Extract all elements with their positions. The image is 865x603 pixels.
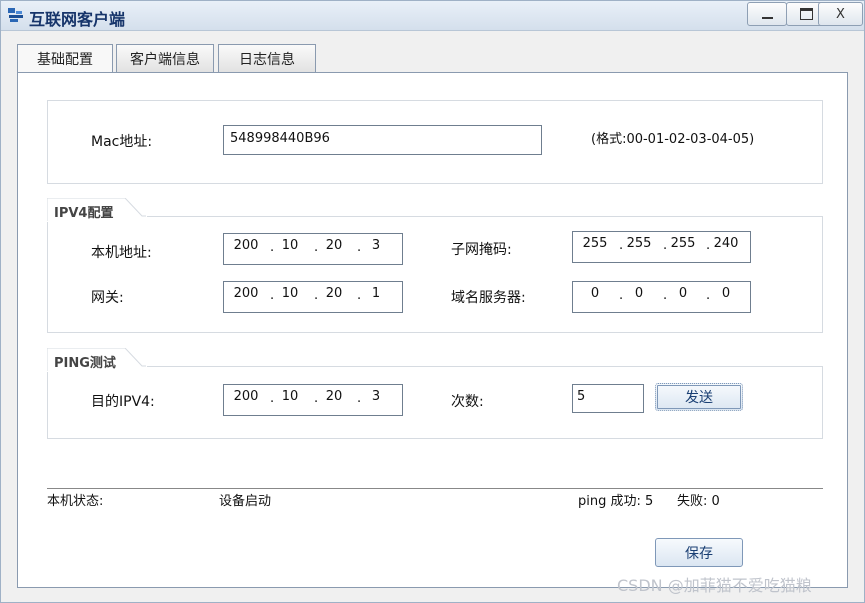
maximize-icon: [799, 8, 813, 20]
gateway-input[interactable]: 200 . 10 . 20 . 1: [223, 281, 403, 313]
local-ip-input[interactable]: 200 . 10 . 20 . 3: [223, 233, 403, 265]
ip-octet: 0: [590, 286, 600, 301]
mac-value: 548998440B96: [230, 131, 330, 146]
ip-octet: 1: [371, 286, 381, 301]
ip-octet: 200: [233, 389, 259, 404]
watermark: CSDN @加菲猫不爱吃猫粮: [617, 576, 812, 595]
ipv4-group-header: IPV4配置: [47, 198, 147, 222]
ping-count-label: 次数:: [451, 394, 484, 410]
tab-log-info[interactable]: 日志信息: [218, 44, 316, 72]
send-button[interactable]: 发送: [655, 383, 743, 411]
gateway-label: 网关:: [91, 290, 124, 306]
ip-octet: 10: [281, 389, 299, 404]
title-bar[interactable]: 互联网客户端 X: [1, 1, 864, 31]
ip-octet: 0: [678, 286, 688, 301]
ip-octet: 200: [233, 238, 259, 253]
minimize-button[interactable]: [747, 2, 787, 26]
ip-octet: 200: [233, 286, 259, 301]
minimize-icon: [761, 17, 773, 19]
ping-count-value: 5: [577, 389, 586, 404]
ip-octet: 20: [325, 286, 343, 301]
mac-input[interactable]: 548998440B96: [223, 125, 542, 155]
tab-panel: Mac地址: 548998440B96 (格式:00-01-02-03-04-0…: [17, 72, 848, 588]
tab-basic-config[interactable]: 基础配置: [17, 44, 113, 73]
dns-input[interactable]: 0 . 0 . 0 . 0: [572, 281, 751, 313]
local-ip-label: 本机地址:: [91, 245, 152, 261]
ip-octet: 240: [713, 236, 739, 251]
ip-octet: 255: [582, 236, 608, 251]
dns-label: 域名服务器:: [451, 290, 526, 306]
device-status-label: 本机状态:: [47, 494, 104, 509]
app-icon: [8, 8, 23, 22]
ping-count-input[interactable]: 5: [572, 384, 644, 413]
ipv4-group-title: IPV4配置: [54, 206, 114, 221]
ip-octet: 10: [281, 286, 299, 301]
ip-octet: 3: [371, 238, 381, 253]
ip-octet: 20: [325, 238, 343, 253]
status-divider: [47, 488, 823, 489]
app-window: 互联网客户端 X 基础配置 客户端信息 日志信息 Mac地址: 54899844…: [0, 0, 865, 603]
ip-octet: 20: [325, 389, 343, 404]
ip-octet: 0: [634, 286, 644, 301]
ip-octet: 0: [721, 286, 731, 301]
ip-octet: 255: [626, 236, 652, 251]
ping-fail-count: 失败: 0: [677, 494, 720, 509]
subnet-mask-label: 子网掩码:: [451, 242, 512, 258]
tab-client-info[interactable]: 客户端信息: [116, 44, 214, 72]
ping-group-header: PING测试: [47, 348, 147, 372]
window-title: 互联网客户端: [29, 10, 126, 29]
ip-octet: 10: [281, 238, 299, 253]
device-status-value: 设备启动: [219, 494, 272, 509]
close-icon: X: [836, 6, 845, 22]
ping-target-input[interactable]: 200 . 10 . 20 . 3: [223, 384, 403, 416]
ping-group-title: PING测试: [54, 356, 116, 371]
save-button[interactable]: 保存: [655, 538, 743, 567]
mac-label: Mac地址:: [91, 134, 153, 150]
ip-octet: 255: [670, 236, 696, 251]
subnet-mask-input[interactable]: 255 . 255 . 255 . 240: [572, 231, 751, 263]
mac-format-hint: (格式:00-01-02-03-04-05): [591, 132, 755, 147]
ping-success-count: ping 成功: 5: [578, 494, 654, 509]
ip-octet: 3: [371, 389, 381, 404]
close-button[interactable]: X: [818, 2, 863, 26]
ping-target-label: 目的IPV4:: [91, 394, 155, 410]
